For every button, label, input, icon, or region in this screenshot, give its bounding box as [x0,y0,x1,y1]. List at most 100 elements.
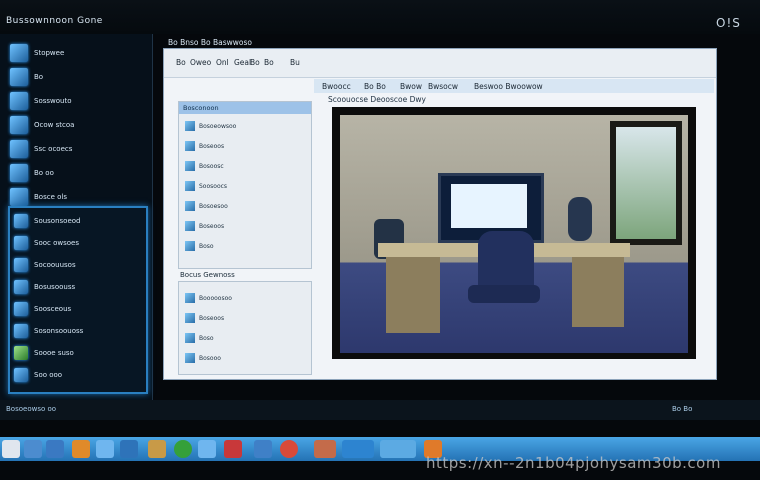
content-path: Scoouocse Deooscoe Dwy [328,95,426,104]
device-icon [185,293,195,303]
app-icon [10,164,28,182]
top-bar [0,0,760,34]
folder-icon [185,161,195,171]
taskbar-app-icon[interactable] [120,440,138,458]
folder-row[interactable]: Boso [185,240,214,252]
app-icon [10,140,28,158]
content-tab[interactable]: Bwsocw [428,82,458,91]
folder-icon [185,221,195,231]
sidebar-item[interactable]: Bosce ols [10,186,67,208]
folder-icon [185,141,195,151]
content-tab[interactable]: Beswoo Bwoowow [474,82,543,91]
menu-item[interactable]: Bu [290,58,300,67]
sidebar-item[interactable]: Ocow stcoa [10,114,74,136]
taskbar-app-icon[interactable] [148,440,166,458]
sidebar-item[interactable]: Bo oo [10,162,54,184]
panel-header: Bosconoon [179,102,311,114]
sub-panel-item[interactable]: Sousonsoeod [14,210,81,232]
folder-row[interactable]: Boseoos [185,140,224,152]
watermark-url: https://xn--2n1b04pjohysam30b.com [426,454,721,472]
taskbar-app-icon[interactable] [46,440,64,458]
app-icon [10,68,28,86]
device-row[interactable]: Boso [185,332,214,344]
status-right-text: Bo Bo [672,405,693,413]
device-icon [185,333,195,343]
folder-panel: Bosconoon Bosoeowsoo Boseoos Bosoosc Soo… [178,101,312,269]
top-right-indicator: O!S [716,16,741,30]
app-icon [14,258,28,272]
scene-drawer [386,257,440,333]
folder-row[interactable]: Bosoesoo [185,200,228,212]
app-title: Bussownnoon Gone [6,16,103,26]
device-panel: Booooosoo Boseoos Boso Bosooo [178,281,312,375]
taskbar-app-icon[interactable] [96,440,114,458]
sub-panel-item[interactable]: Socoouusos [14,254,76,276]
sub-panel-item[interactable]: Soooe suso [14,342,74,364]
taskbar-app-icon[interactable] [72,440,90,458]
folder-icon [185,121,195,131]
sub-panel-item[interactable]: Soosceous [14,298,71,320]
taskbar-app-icon[interactable] [380,440,416,458]
taskbar-app-icon[interactable] [342,440,374,458]
sidebar-item[interactable]: Bo [10,66,43,88]
status-text: Bosoeowso oo [6,405,57,413]
folder-icon [185,181,195,191]
sub-panel-item[interactable]: Sosonsoouoss [14,320,83,342]
app-icon [14,214,28,228]
sidebar-item[interactable]: Sosswouto [10,90,72,112]
sidebar-item[interactable]: Stopwee [10,42,64,64]
folder-icon [185,241,195,251]
scene-drawer [572,257,624,327]
main-window: Bo Oweo Onl Geal Bo Bo Bu Bosconoon Boso… [163,48,717,380]
app-icon [10,188,28,206]
app-icon [10,116,28,134]
folder-icon [185,201,195,211]
scene-chair [478,231,534,293]
content-toolbar: Bwoocc Bo Bo Bwow Bwsocw Beswoo Bwoowow [314,79,714,93]
app-icon [10,44,28,62]
taskbar-app-icon[interactable] [224,440,242,458]
menu-item[interactable]: Geal [234,58,251,67]
desk-scene-image [340,115,688,353]
sidebar-sub-panel: Sousonsoeod Sooc owsoes Socoouusos Bosus… [8,206,148,394]
app-icon [10,92,28,110]
sub-panel-item[interactable]: Soo ooo [14,364,62,386]
device-row[interactable]: Boseoos [185,312,224,324]
sub-panel-item[interactable]: Bosusoouss [14,276,75,298]
folder-row[interactable]: Soosoocs [185,180,227,192]
taskbar-app-icon[interactable] [280,440,298,458]
folder-row[interactable]: Boseoos [185,220,224,232]
scene-speaker [568,197,592,241]
menu-item[interactable]: Onl [216,58,229,67]
device-row[interactable]: Booooosoo [185,292,232,304]
window-title: Bo Bnso Bo Baswwoso [168,38,253,47]
start-icon[interactable] [2,440,20,458]
menu-item[interactable]: Oweo [190,58,211,67]
sub-panel-item[interactable]: Sooc owsoes [14,232,79,254]
folder-row[interactable]: Bosoeowsoo [185,120,236,132]
app-icon [14,236,28,250]
app-icon [14,324,28,338]
scene-window [610,121,682,245]
app-icon [14,368,28,382]
image-preview[interactable] [332,107,696,359]
device-row[interactable]: Bosooo [185,352,221,364]
taskbar-app-icon[interactable] [174,440,192,458]
taskbar-app-icon[interactable] [24,440,42,458]
menu-bar: Bo Oweo Onl Geal Bo Bo Bu [164,49,716,78]
content-tab[interactable]: Bwoocc [322,82,351,91]
device-icon [185,313,195,323]
taskbar-app-icon[interactable] [314,440,336,458]
sidebar-item[interactable]: Ssc ocoecs [10,138,72,160]
app-icon [14,346,28,360]
menu-item[interactable]: Bo [264,58,274,67]
menu-item[interactable]: Bo [176,58,186,67]
folder-row[interactable]: Bosoosc [185,160,224,172]
scene-chair-seat [468,285,540,303]
section-title: Bocus Gewnoss [180,271,235,279]
taskbar-app-icon[interactable] [254,440,272,458]
menu-item[interactable]: Bo [250,58,260,67]
content-tab[interactable]: Bwow [400,82,422,91]
taskbar-app-icon[interactable] [198,440,216,458]
content-tab[interactable]: Bo Bo [364,82,386,91]
